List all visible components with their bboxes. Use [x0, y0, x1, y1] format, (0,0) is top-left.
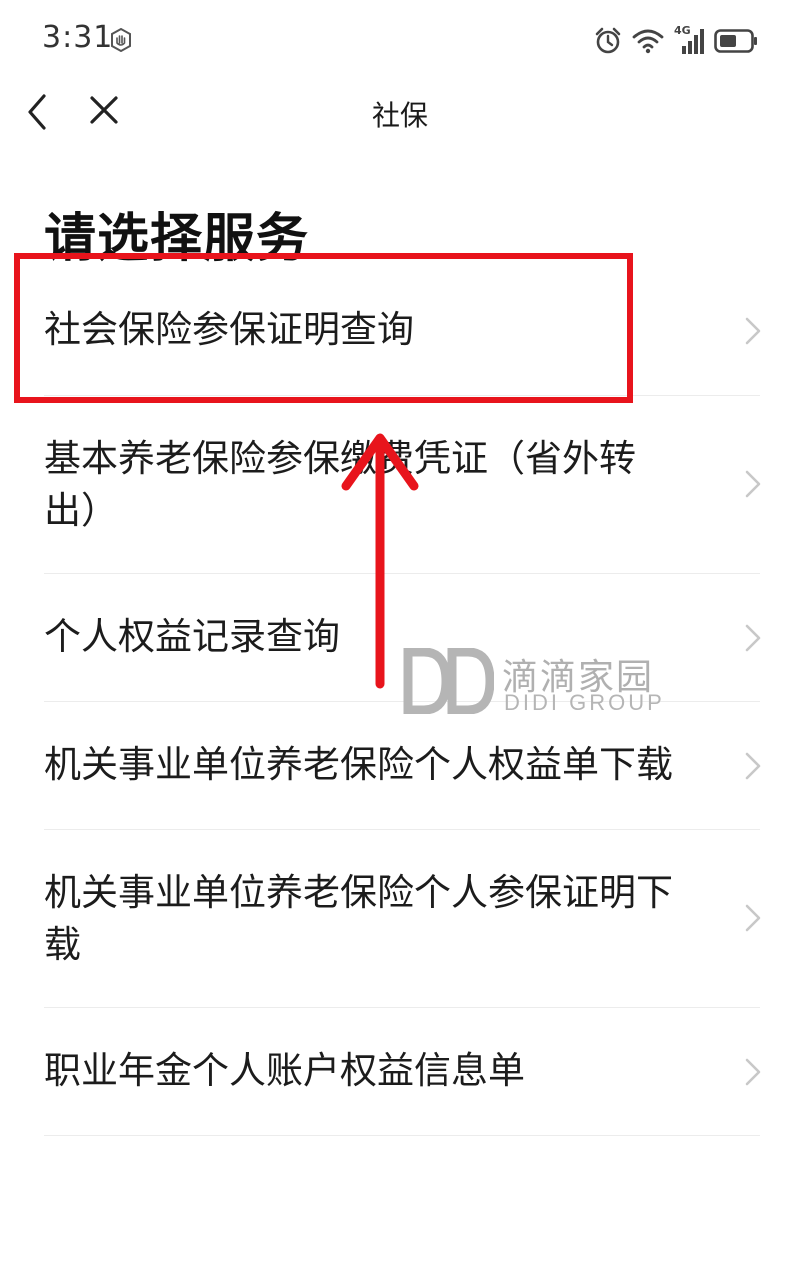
- service-item-occupational-annuity[interactable]: 职业年金个人账户权益信息单: [0, 1008, 800, 1136]
- battery-icon: [714, 29, 757, 53]
- didi-logo-icon: [403, 648, 494, 714]
- signal-indicator: 4G: [674, 24, 704, 56]
- chevron-right-icon: [745, 470, 761, 498]
- chevron-right-icon: [745, 317, 761, 345]
- screen: 3:31 4G 社保 请选择服务 社会保险参保证明查询 基本养老保险参保缴费凭证…: [0, 0, 800, 1288]
- nav-bar: 社保: [0, 80, 800, 146]
- divider: [44, 1135, 760, 1136]
- service-item-institution-rights-download[interactable]: 机关事业单位养老保险个人权益单下载: [0, 702, 800, 830]
- signal-icon: [682, 29, 704, 54]
- chevron-right-icon: [745, 904, 761, 932]
- chevron-right-icon: [745, 624, 761, 652]
- service-item-label: 机关事业单位养老保险个人参保证明下载: [44, 871, 673, 966]
- hand-shield-icon: [111, 28, 131, 52]
- status-time: 3:31: [42, 20, 114, 55]
- service-item-label: 职业年金个人账户权益信息单: [44, 1049, 525, 1092]
- wifi-icon: [632, 29, 664, 54]
- status-icons: 4G: [594, 24, 758, 58]
- watermark-en-text: DIDI GROUP: [504, 690, 665, 715]
- nav-title: 社保: [371, 99, 428, 132]
- service-item-institution-certificate-download[interactable]: 机关事业单位养老保险个人参保证明下载: [0, 830, 800, 1008]
- chevron-right-icon: [745, 1058, 761, 1086]
- chevron-right-icon: [745, 752, 761, 780]
- status-bar: 3:31 4G: [0, 0, 800, 80]
- alarm-icon: [595, 27, 621, 54]
- watermark: 滴滴家园 DIDI GROUP: [402, 648, 672, 718]
- highlight-box: [14, 253, 633, 403]
- service-item-label: 机关事业单位养老保险个人权益单下载: [44, 743, 673, 786]
